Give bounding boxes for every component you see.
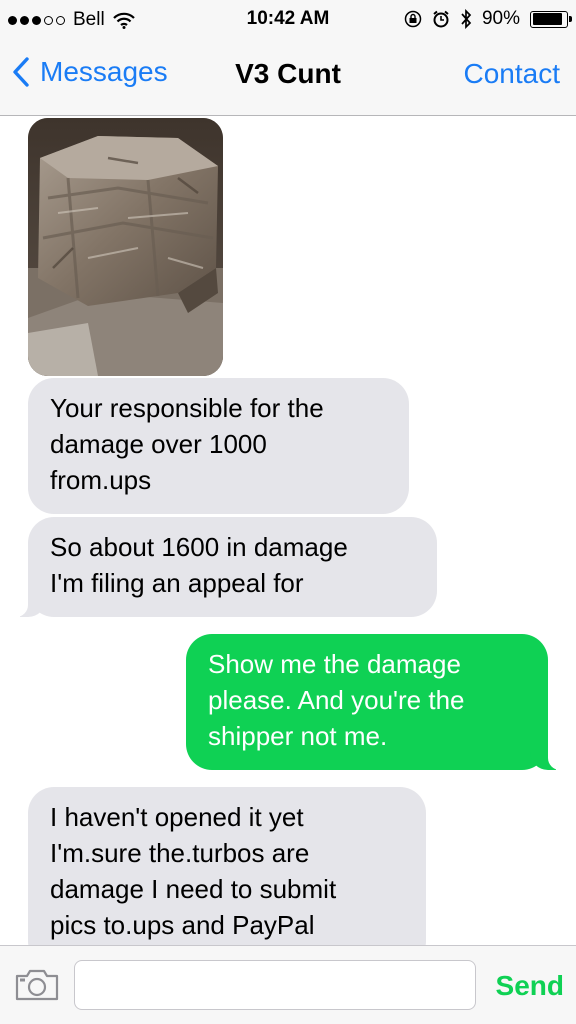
message-text-line: from.ups bbox=[50, 465, 152, 495]
message-text-line: I'm.sure the.turbos are bbox=[50, 838, 310, 868]
message-text-line: damage over 1000 bbox=[50, 429, 267, 459]
message-bubble-incoming[interactable]: So about 1600 in damage I'm filing an ap… bbox=[12, 517, 437, 617]
message-bubble-incoming[interactable]: Your responsible for the damage over 100… bbox=[28, 378, 409, 514]
back-label: Messages bbox=[40, 56, 168, 87]
status-right: 90% bbox=[404, 8, 572, 30]
message-input-bar: Send bbox=[0, 945, 576, 1024]
orientation-lock-icon bbox=[404, 10, 422, 28]
battery-fill bbox=[532, 13, 563, 25]
message-text-line: please. And you're the bbox=[208, 685, 465, 715]
camera-icon bbox=[15, 969, 59, 1001]
contact-button[interactable]: Contact bbox=[464, 58, 561, 90]
battery-icon bbox=[530, 10, 572, 28]
message-text-field[interactable] bbox=[74, 960, 476, 1010]
message-text-line: I haven't opened it yet bbox=[50, 802, 304, 832]
message-text-line: damage I need to submit bbox=[50, 874, 337, 904]
bluetooth-icon bbox=[461, 9, 472, 29]
message-text-line: Show me the damage bbox=[208, 649, 461, 679]
message-bubble-outgoing[interactable]: Show me the damage please. And you're th… bbox=[186, 634, 564, 770]
message-text-line: Your responsible for the bbox=[50, 393, 324, 423]
message-text-line: pics to.ups and PayPal bbox=[50, 910, 315, 940]
nav-bar: Messages V3 Cunt Contact bbox=[0, 40, 576, 116]
message-text-line: shipper not me. bbox=[208, 721, 388, 751]
damaged-package-image bbox=[28, 118, 223, 376]
chevron-left-icon bbox=[13, 57, 29, 87]
message-text-line: I'm filing an appeal for bbox=[50, 568, 304, 598]
alarm-icon bbox=[433, 10, 449, 28]
back-button[interactable]: Messages bbox=[12, 56, 168, 88]
camera-button[interactable] bbox=[14, 968, 60, 1007]
status-bar: Bell 10:42 AM 90% bbox=[0, 0, 576, 40]
battery-percent: 90% bbox=[481, 8, 520, 29]
message-bubble-incoming[interactable]: I haven't opened it yet I'm.sure the.tur… bbox=[28, 787, 426, 945]
message-thread[interactable]: Your responsible for the damage over 100… bbox=[0, 116, 576, 945]
message-text-line: So about 1600 in damage bbox=[50, 532, 348, 562]
message-photo[interactable] bbox=[28, 118, 223, 376]
send-button[interactable]: Send bbox=[496, 970, 564, 1002]
